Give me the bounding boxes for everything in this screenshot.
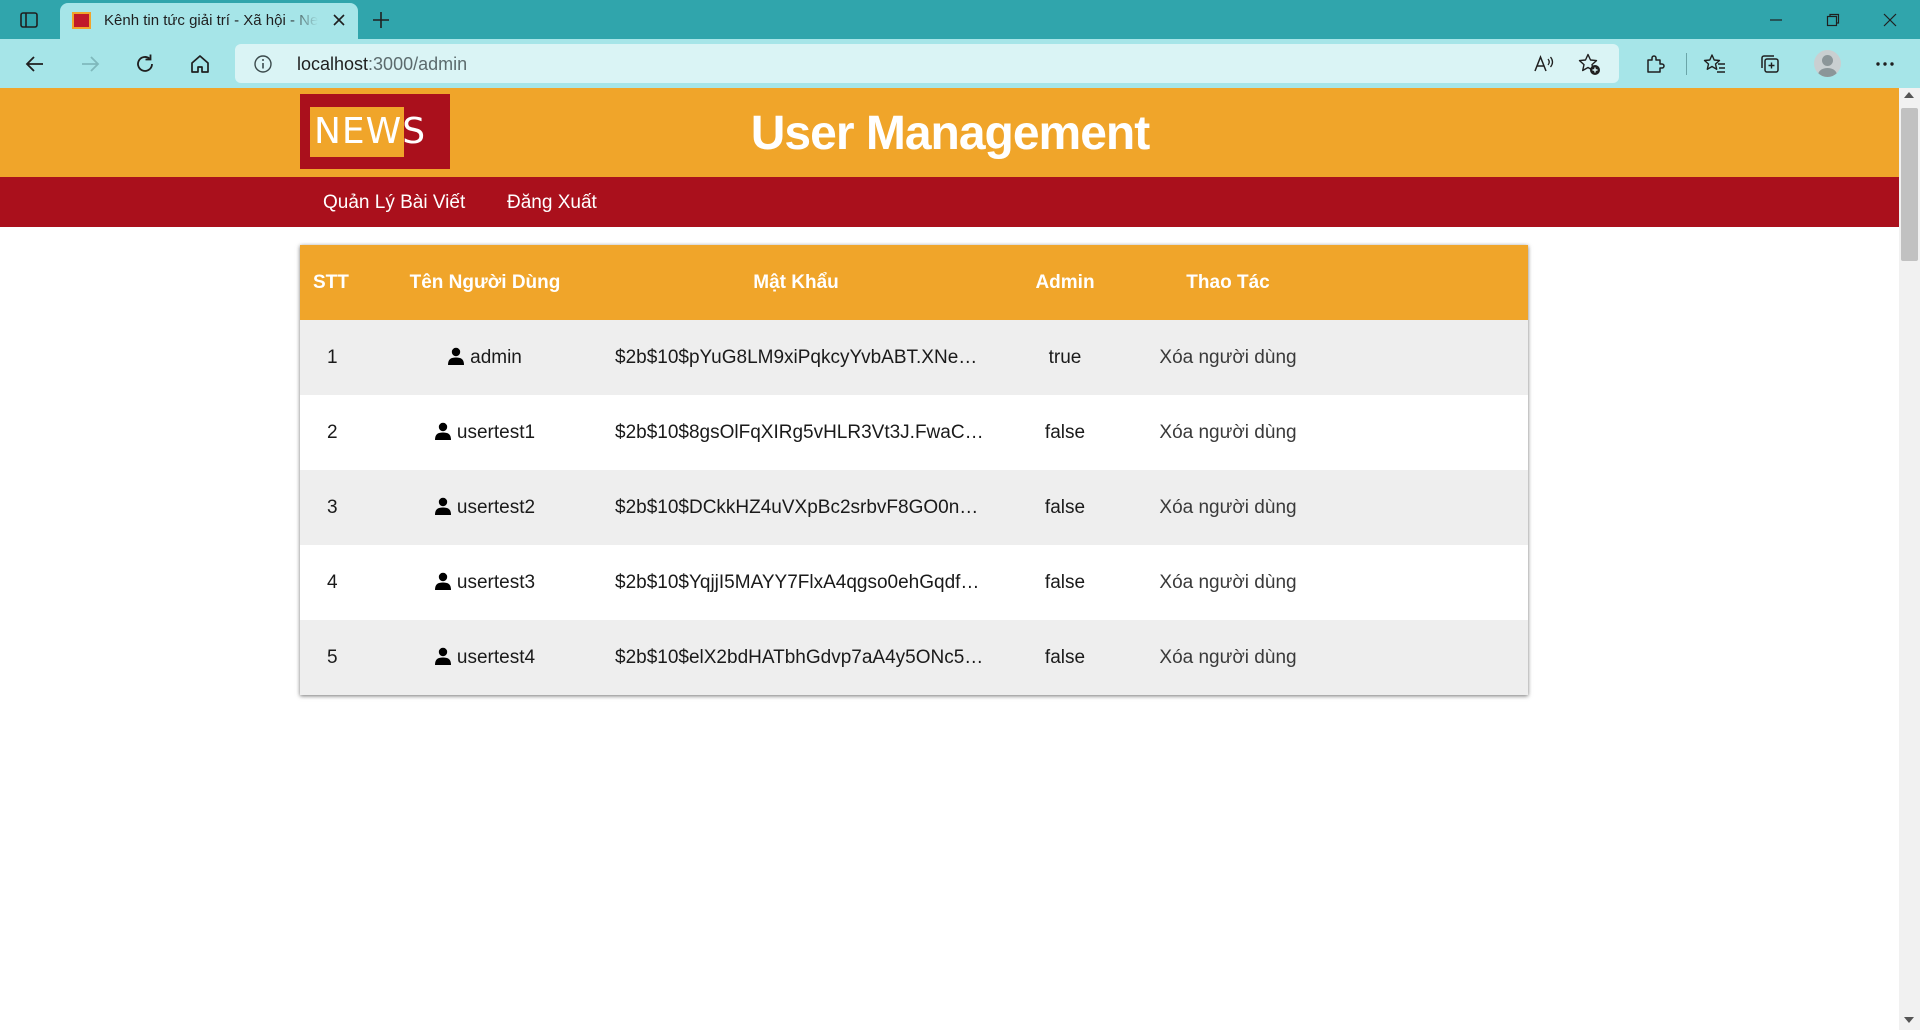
tab-actions-icon[interactable] — [18, 9, 40, 31]
news-favicon-icon — [72, 12, 91, 29]
row-username: usertest4 — [456, 646, 536, 668]
column-header-password: Mật Khẩu — [595, 245, 997, 320]
row-username: usertest1 — [456, 421, 536, 443]
row-username: admin — [470, 346, 522, 368]
toolbar-separator — [1686, 53, 1687, 75]
user-table-container: STT Tên Người Dùng Mật Khẩu Admin Thao T… — [300, 245, 1528, 695]
new-tab-plus-icon[interactable] — [367, 6, 395, 34]
scroll-up-arrow-icon[interactable] — [1904, 92, 1914, 98]
column-header-admin: Admin — [997, 245, 1133, 320]
vertical-scrollbar[interactable] — [1899, 88, 1920, 1030]
extensions-puzzle-icon[interactable] — [1640, 49, 1670, 79]
row-username-cell: admin — [375, 320, 595, 395]
site-header: NEWS User Management — [0, 88, 1899, 177]
user-icon — [448, 347, 465, 365]
row-admin-flag: false — [997, 545, 1133, 620]
row-password: $2b$10$YqjjI5MAYY7FlxA4qgso0ehGqdfD5... — [595, 545, 997, 620]
read-aloud-icon[interactable] — [1532, 52, 1556, 76]
row-spacer — [1323, 545, 1528, 620]
row-stt: 4 — [300, 545, 375, 620]
row-password: $2b$10$elX2bdHATbhGdvp7aA4y5ONc5T... — [595, 620, 997, 695]
delete-user-button[interactable]: Xóa người dùng — [1133, 320, 1323, 395]
row-spacer — [1323, 320, 1528, 395]
row-password: $2b$10$DCkkHZ4uVXpBc2srbvF8GO0nTB... — [595, 470, 997, 545]
table-row: 5 usertest4 $2b$10$elX2bdHATbhGdvp7aA4y5… — [300, 620, 1528, 695]
browser-tab-active[interactable]: Kênh tin tức giải trí - Xã hội - News — [60, 3, 358, 39]
page-title: User Management — [750, 107, 1150, 160]
row-spacer — [1323, 620, 1528, 695]
table-header-row: STT Tên Người Dùng Mật Khẩu Admin Thao T… — [300, 245, 1528, 320]
forward-arrow-icon[interactable] — [75, 49, 105, 79]
url-text[interactable]: localhost:3000/admin — [297, 54, 467, 75]
url-path: :3000/admin — [368, 54, 468, 74]
nav-logout-link[interactable]: Đăng Xuất — [507, 192, 597, 214]
window-close-icon[interactable] — [1870, 6, 1910, 34]
delete-user-button[interactable]: Xóa người dùng — [1133, 395, 1323, 470]
table-row: 4 usertest3 $2b$10$YqjjI5MAYY7FlxA4qgso0… — [300, 545, 1528, 620]
restore-icon[interactable] — [1813, 6, 1853, 34]
row-spacer — [1323, 395, 1528, 470]
logo-text: NEWS — [314, 111, 427, 152]
back-arrow-icon[interactable] — [20, 49, 50, 79]
row-password: $2b$10$pYuG8LM9xiPqkcyYvbABT.XNeSw... — [595, 320, 997, 395]
news-logo[interactable]: NEWS — [300, 94, 450, 169]
row-stt: 3 — [300, 470, 375, 545]
browser-toolbar: localhost:3000/admin — [0, 39, 1920, 88]
address-bar[interactable]: localhost:3000/admin — [235, 44, 1619, 83]
row-username-cell: usertest4 — [375, 620, 595, 695]
tab-close-icon[interactable] — [328, 10, 350, 32]
scroll-down-arrow-icon[interactable] — [1904, 1017, 1914, 1023]
user-icon — [434, 497, 451, 515]
column-header-stt: STT — [300, 245, 375, 320]
delete-user-button[interactable]: Xóa người dùng — [1133, 470, 1323, 545]
row-username-cell: usertest2 — [375, 470, 595, 545]
site-info-icon[interactable] — [253, 54, 273, 74]
refresh-icon[interactable] — [130, 49, 160, 79]
table-row: 2 usertest1 $2b$10$8gsOlFqXIRg5vHLR3Vt3J… — [300, 395, 1528, 470]
row-admin-flag: true — [997, 320, 1133, 395]
page-viewport: NEWS User Management Quản Lý Bài Viết Đă… — [0, 88, 1899, 1030]
home-icon[interactable] — [185, 49, 215, 79]
url-host: localhost — [297, 54, 369, 74]
delete-user-button[interactable]: Xóa người dùng — [1133, 620, 1323, 695]
table-row: 1 admin $2b$10$pYuG8LM9xiPqkcyYvbABT.XNe… — [300, 320, 1528, 395]
row-stt: 5 — [300, 620, 375, 695]
table-row: 3 usertest2 $2b$10$DCkkHZ4uVXpBc2srbvF8G… — [300, 470, 1528, 545]
column-header-action: Thao Tác — [1133, 245, 1323, 320]
user-icon — [434, 572, 451, 590]
row-spacer — [1323, 470, 1528, 545]
delete-user-button[interactable]: Xóa người dùng — [1133, 545, 1323, 620]
profile-avatar-icon[interactable] — [1814, 50, 1841, 77]
row-username-cell: usertest1 — [375, 395, 595, 470]
row-admin-flag: false — [997, 470, 1133, 545]
row-stt: 2 — [300, 395, 375, 470]
row-admin-flag: false — [997, 620, 1133, 695]
nav-manage-posts-link[interactable]: Quản Lý Bài Viết — [323, 192, 465, 214]
tab-title: Kênh tin tức giải trí - Xã hội - News — [104, 12, 318, 29]
column-header-spacer — [1323, 245, 1528, 320]
row-stt: 1 — [300, 320, 375, 395]
user-table: STT Tên Người Dùng Mật Khẩu Admin Thao T… — [300, 245, 1528, 695]
user-icon — [434, 422, 451, 440]
row-password: $2b$10$8gsOlFqXIRg5vHLR3Vt3J.FwaCd/... — [595, 395, 997, 470]
minimize-icon[interactable] — [1756, 6, 1796, 34]
collections-icon[interactable] — [1755, 49, 1785, 79]
add-favorite-star-icon[interactable] — [1577, 52, 1601, 76]
site-nav: Quản Lý Bài Viết Đăng Xuất — [0, 177, 1899, 227]
favorites-icon[interactable] — [1700, 49, 1730, 79]
row-username: usertest3 — [456, 571, 536, 593]
user-icon — [434, 647, 451, 665]
row-username-cell: usertest3 — [375, 545, 595, 620]
row-username: usertest2 — [456, 496, 536, 518]
more-options-icon[interactable] — [1870, 49, 1900, 79]
scrollbar-thumb[interactable] — [1901, 108, 1918, 261]
column-header-username: Tên Người Dùng — [375, 245, 595, 320]
row-admin-flag: false — [997, 395, 1133, 470]
browser-tab-bar: Kênh tin tức giải trí - Xã hội - News — [0, 0, 1920, 39]
